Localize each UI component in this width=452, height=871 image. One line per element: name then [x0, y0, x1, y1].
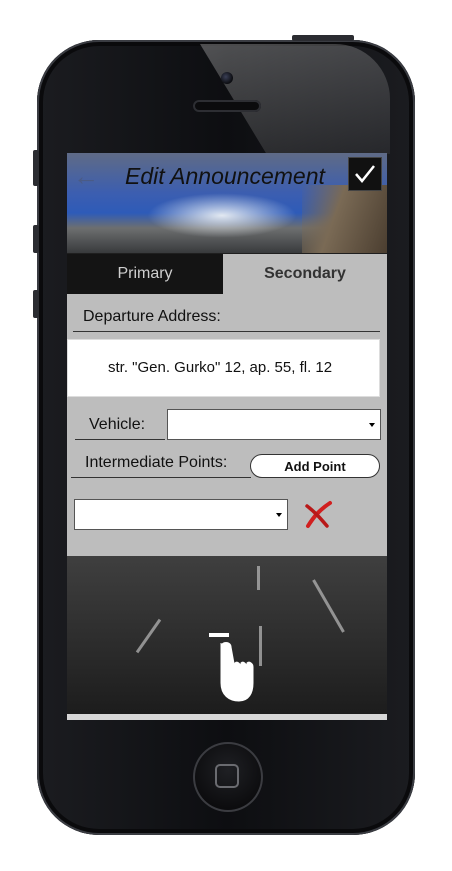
departure-address-field[interactable]: str. "Gen. Gurko" 12, ap. 55, fl. 12 — [67, 339, 380, 397]
volume-down-button — [33, 290, 39, 318]
app-screen: ← Edit Announcement Primary Secondary De… — [67, 153, 387, 720]
arrow-left-icon: ← — [73, 161, 99, 191]
red-x-icon[interactable] — [303, 500, 333, 530]
departure-address-label: Departure Address: — [83, 308, 221, 325]
earpiece-speaker — [193, 100, 261, 112]
volume-up-button — [33, 225, 39, 253]
header-bar: ← Edit Announcement — [67, 153, 387, 253]
departure-address-value: str. "Gen. Gurko" 12, ap. 55, fl. 12 — [108, 359, 333, 376]
vehicle-label-underline — [75, 439, 165, 440]
back-button[interactable]: ← — [71, 159, 101, 193]
front-camera — [221, 72, 233, 84]
confirm-button[interactable] — [348, 157, 382, 191]
chevron-down-icon — [276, 512, 282, 517]
header-hill-image — [302, 185, 387, 253]
intermediate-point-select[interactable] — [74, 499, 288, 530]
vehicle-label: Vehicle: — [89, 416, 146, 433]
mute-switch — [33, 150, 39, 186]
add-point-button[interactable]: Add Point — [250, 454, 380, 478]
tab-secondary[interactable]: Secondary — [223, 254, 387, 294]
intermediate-label-underline — [71, 477, 251, 478]
checkmark-icon — [355, 165, 375, 183]
page-title: Edit Announcement — [125, 163, 325, 189]
departure-divider — [73, 331, 380, 332]
tab-primary[interactable]: Primary — [67, 254, 223, 294]
vehicle-select[interactable] — [167, 409, 381, 440]
tab-bar: Primary Secondary — [67, 254, 387, 294]
home-button-icon — [215, 764, 239, 788]
power-button — [292, 35, 354, 41]
chevron-down-icon — [369, 422, 375, 427]
screen-bottom-edge — [67, 714, 387, 720]
header-cloud-image — [147, 193, 297, 238]
hand-swipe-icon — [209, 633, 254, 702]
intermediate-points-label: Intermediate Points: — [85, 454, 228, 471]
